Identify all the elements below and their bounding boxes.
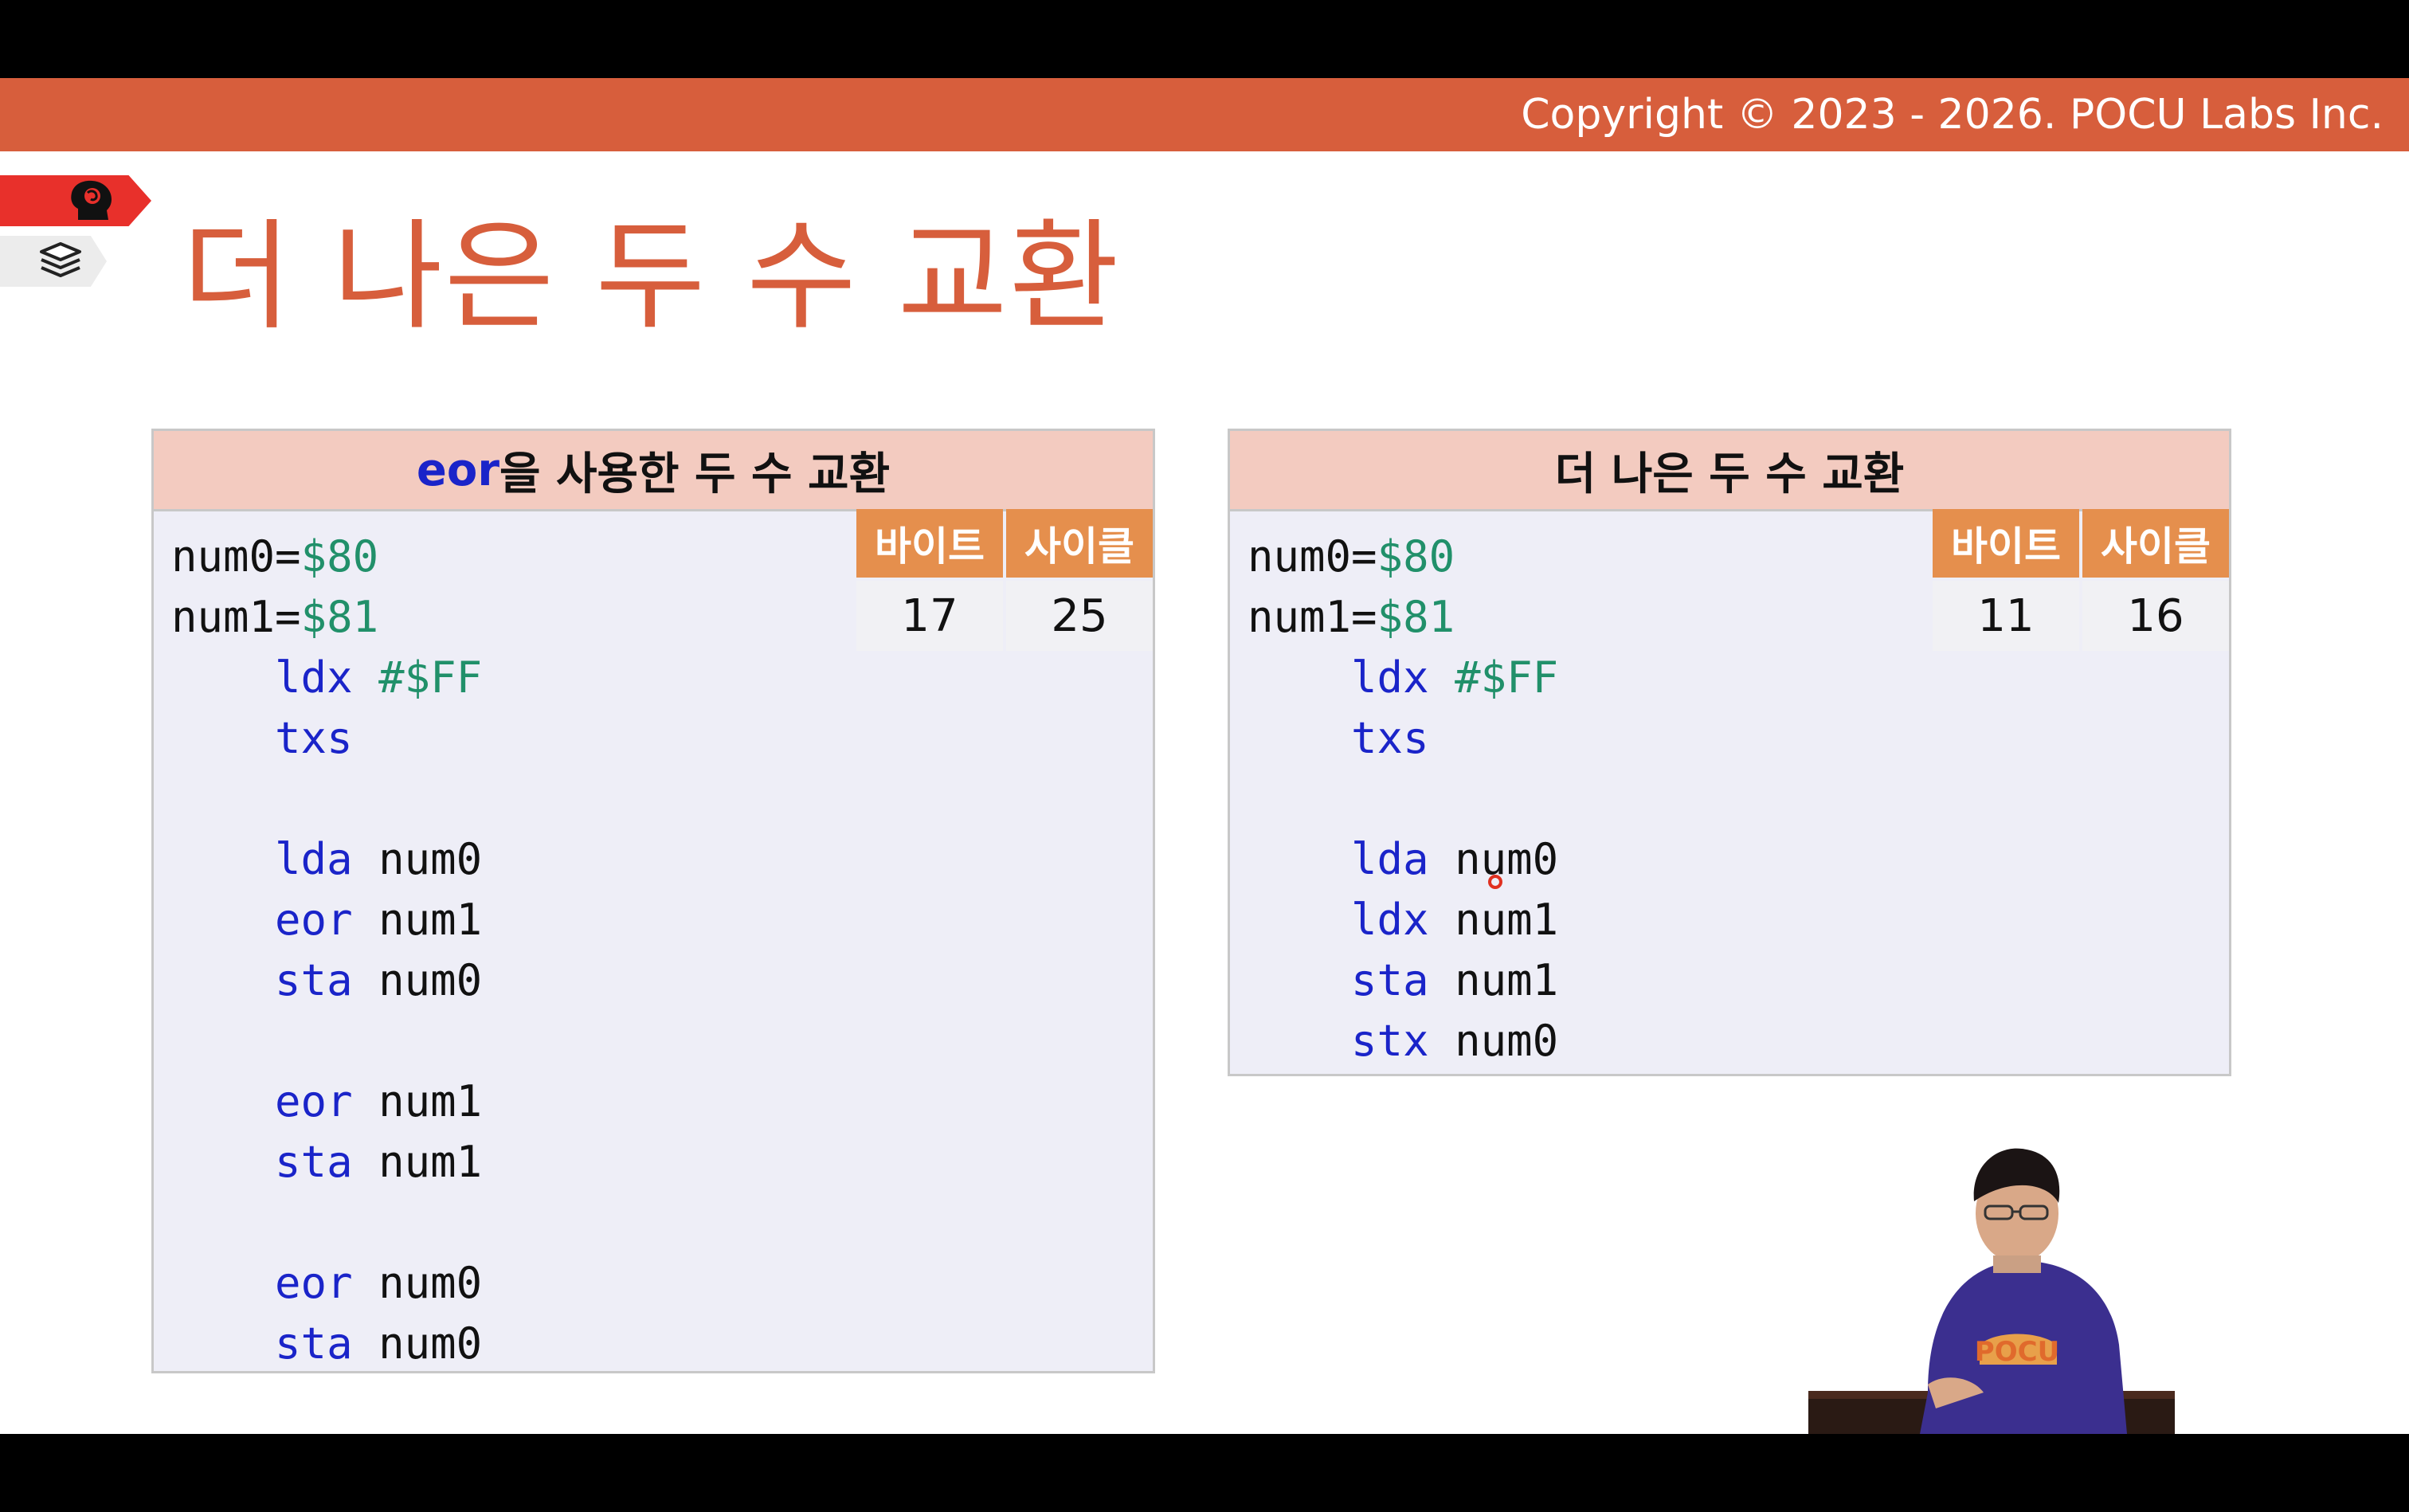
stats-table: 바이트 사이클 11 16 [1933, 509, 2229, 651]
code-mnemonic: eor [275, 1076, 353, 1126]
code-line: ldx #$FF [171, 648, 482, 708]
panel-header: eor 을 사용한 두 수 교환 [154, 431, 1153, 511]
panel-title: 더 나은 두 수 교환 [1554, 448, 1905, 500]
code-line: eor num1 [171, 890, 482, 950]
code-operand: num0 [378, 834, 483, 884]
code-line: sta num1 [171, 1132, 482, 1193]
stats-value-row: 17 25 [856, 578, 1153, 651]
code-operand: num0 [1455, 834, 1559, 884]
code-operand: num0 [378, 1258, 483, 1308]
cycles-value: 16 [2082, 581, 2229, 651]
code-mnemonic: sta [1351, 955, 1429, 1005]
bytes-header: 바이트 [856, 509, 1003, 578]
panel-title-keyword: eor [416, 444, 499, 496]
bytes-value: 11 [1933, 581, 2079, 651]
presenter-video: POCU [1808, 1148, 2175, 1434]
code-mnemonic: txs [275, 713, 353, 763]
code-operand: num1 [1455, 895, 1559, 945]
code-line: num1=$81 [171, 587, 482, 648]
stats-header-row: 바이트 사이클 [856, 509, 1153, 578]
code-operand: #$FF [1455, 652, 1559, 703]
code-mnemonic: sta [275, 1318, 353, 1369]
bytes-value: 17 [856, 581, 1003, 651]
code-mnemonic: lda [275, 834, 353, 884]
code-block: num0=$80 num1=$81 ldx #$FF txs lda num0 e… [171, 527, 482, 1374]
code-line: lda num0 [171, 829, 482, 890]
code-operand: num1 [378, 895, 483, 945]
code-mnemonic: lda [1351, 834, 1429, 884]
copyright-text: Copyright © 2023 - 2026. POCU Labs Inc. [1521, 91, 2384, 139]
cycles-value: 25 [1006, 581, 1153, 651]
brain-tag [0, 175, 151, 226]
code-symbol: num0= [171, 531, 301, 582]
cycles-header: 사이클 [2082, 509, 2229, 578]
cycles-header: 사이클 [1006, 509, 1153, 578]
code-operand: num1 [378, 1137, 483, 1187]
slide-title: 더 나은 두 수 교환 [182, 208, 1121, 347]
code-address: $81 [1377, 592, 1455, 642]
code-mnemonic: eor [275, 895, 353, 945]
top-banner: Copyright © 2023 - 2026. POCU Labs Inc. [0, 78, 2409, 151]
code-symbol: num0= [1248, 531, 1377, 582]
bytes-header: 바이트 [1933, 509, 2079, 578]
stats-table: 바이트 사이클 17 25 [856, 509, 1153, 651]
code-line: eor num1 [171, 1071, 482, 1132]
code-line: sta num0 [171, 950, 482, 1011]
code-address: $80 [300, 531, 379, 582]
slide-canvas: Copyright © 2023 - 2026. POCU Labs Inc. … [0, 78, 2409, 1434]
code-operand: #$FF [378, 652, 483, 703]
code-block: num0=$80 num1=$81 ldx #$FF txs lda num0 l… [1248, 527, 1558, 1071]
pointer-cursor [1488, 875, 1502, 889]
code-line: txs [1248, 708, 1558, 769]
code-mnemonic: ldx [1351, 652, 1429, 703]
code-operand: num0 [378, 955, 483, 1005]
code-line: sta num1 [1248, 950, 1558, 1011]
code-symbol: num1= [171, 592, 301, 642]
code-mnemonic: ldx [275, 652, 353, 703]
code-mnemonic: eor [275, 1258, 353, 1308]
eor-swap-panel: eor 을 사용한 두 수 교환 num0=$80 num1=$81 ldx #$F… [151, 429, 1155, 1373]
code-operand: num1 [378, 1076, 483, 1126]
code-line: num1=$81 [1248, 587, 1558, 648]
stats-value-row: 11 16 [1933, 578, 2229, 651]
code-line: eor num0 [171, 1253, 482, 1314]
code-address: $80 [1377, 531, 1455, 582]
code-line: num0=$80 [1248, 527, 1558, 587]
code-mnemonic: stx [1351, 1016, 1429, 1066]
code-mnemonic: txs [1351, 713, 1429, 763]
code-line: ldx #$FF [1248, 648, 1558, 708]
code-line: txs [171, 708, 482, 769]
code-line: ldx num1 [1248, 890, 1558, 950]
code-mnemonic: sta [275, 955, 353, 1005]
better-swap-panel: 더 나은 두 수 교환 num0=$80 num1=$81 ldx #$FF tx… [1228, 429, 2231, 1076]
code-line: stx num0 [1248, 1011, 1558, 1071]
stack-layers-icon [40, 242, 81, 277]
panel-header: 더 나은 두 수 교환 [1230, 431, 2229, 511]
code-line: sta num0 [171, 1314, 482, 1374]
code-line: lda num0 [1248, 829, 1558, 890]
presenter-shirt-logo: POCU [1975, 1336, 2059, 1368]
code-line: num0=$80 [171, 527, 482, 587]
stats-header-row: 바이트 사이클 [1933, 509, 2229, 578]
code-operand: num0 [1455, 1016, 1559, 1066]
code-symbol: num1= [1248, 592, 1377, 642]
code-mnemonic: sta [275, 1137, 353, 1187]
code-mnemonic: ldx [1351, 895, 1429, 945]
code-operand: num1 [1455, 955, 1559, 1005]
layers-tag [0, 236, 107, 287]
code-address: $81 [300, 592, 379, 642]
panel-title: 을 사용한 두 수 교환 [499, 448, 891, 500]
code-operand: num0 [378, 1318, 483, 1369]
brain-head-icon [71, 180, 112, 220]
